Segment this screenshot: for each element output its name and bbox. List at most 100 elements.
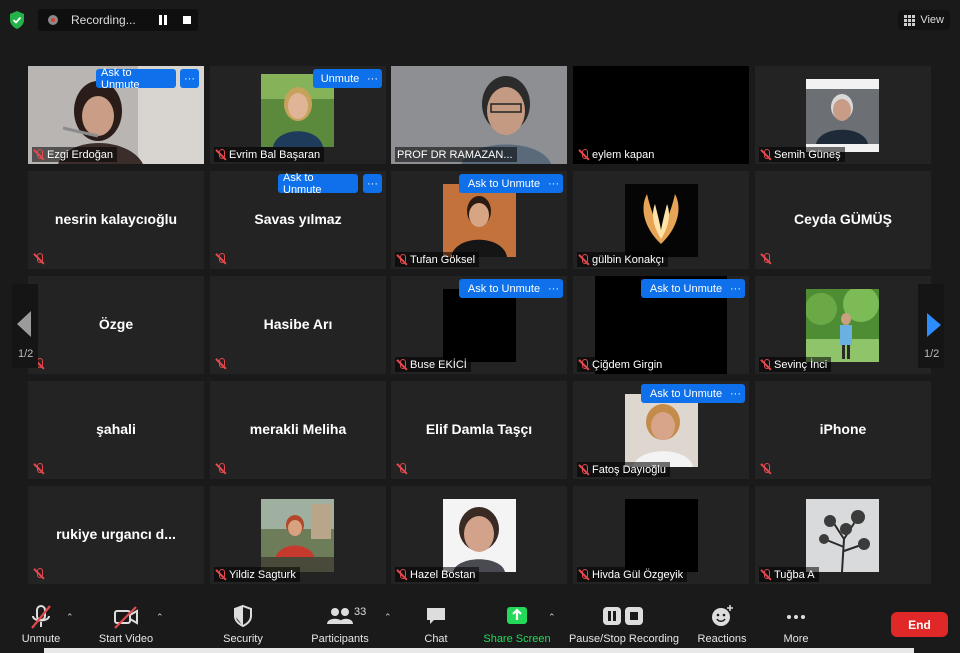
participant-label: Buse EKİCİ bbox=[395, 357, 471, 372]
reactions-label: Reactions bbox=[697, 633, 747, 645]
unmute-participant-button[interactable]: Unmute bbox=[313, 69, 367, 88]
participant-video-black bbox=[625, 499, 698, 572]
video-tile[interactable]: şahali bbox=[28, 381, 204, 479]
video-tile[interactable]: iPhone bbox=[755, 381, 931, 479]
participants-options-chevron-icon[interactable]: ⌃ bbox=[384, 612, 392, 623]
security-button[interactable]: Security bbox=[218, 596, 268, 653]
end-meeting-button[interactable]: End bbox=[891, 612, 948, 637]
participant-photo bbox=[625, 394, 698, 467]
more-dots-icon bbox=[787, 615, 805, 619]
chat-label: Chat bbox=[424, 633, 448, 645]
meeting-toolbar: Unmute ⌃ Start Video ⌃ Security 33 Parti… bbox=[0, 596, 960, 653]
participant-label: Tuğba A bbox=[759, 567, 819, 582]
participant-label: Çiğdem Girgin bbox=[577, 357, 667, 372]
video-tile[interactable]: Özge bbox=[28, 276, 204, 374]
ask-to-unmute-button[interactable]: Ask to Unmute bbox=[96, 67, 176, 91]
mic-muted-icon bbox=[579, 148, 589, 161]
participant-video-black bbox=[443, 289, 516, 362]
participant-name: Tufan Göksel bbox=[410, 253, 476, 266]
start-video-button[interactable]: Start Video bbox=[96, 596, 156, 653]
video-tile[interactable]: gülbin Konakçı bbox=[573, 171, 749, 269]
start-video-label: Start Video bbox=[98, 633, 154, 645]
video-tile-active-speaker[interactable]: PROF DR RAMAZAN... bbox=[391, 66, 567, 164]
participants-button[interactable]: 33 Participants bbox=[308, 596, 372, 653]
participant-name: Semih Güneş bbox=[774, 148, 841, 161]
more-options-button[interactable]: ··· bbox=[180, 69, 199, 88]
pause-recording-icon[interactable] bbox=[159, 15, 168, 25]
more-options-button[interactable]: ··· bbox=[544, 279, 563, 298]
participant-photo bbox=[261, 499, 334, 572]
stop-recording-icon[interactable] bbox=[183, 16, 191, 24]
participant-name: Hazel Bostan bbox=[410, 568, 476, 581]
arrow-right-icon bbox=[927, 313, 941, 337]
participant-name: Hivda Gül Özgeyik bbox=[592, 568, 684, 581]
participant-name-center: merakli Meliha bbox=[249, 421, 347, 437]
pause-stop-recording-button[interactable]: Pause/Stop Recording bbox=[566, 596, 682, 653]
ask-to-unmute-button[interactable]: Ask to Unmute bbox=[278, 172, 358, 196]
video-tile[interactable]: Hasibe Arı bbox=[210, 276, 386, 374]
share-screen-button[interactable]: Share Screen bbox=[482, 596, 552, 653]
video-options-chevron-icon[interactable]: ⌃ bbox=[156, 612, 164, 623]
share-options-chevron-icon[interactable]: ⌃ bbox=[548, 612, 556, 623]
audio-options-chevron-icon[interactable]: ⌃ bbox=[66, 612, 74, 623]
video-tile[interactable]: Tuğba A bbox=[755, 486, 931, 584]
more-label: More bbox=[783, 633, 809, 645]
video-tile[interactable]: Unmute ··· Evrim Bal Başaran bbox=[210, 66, 386, 164]
more-options-button[interactable]: ··· bbox=[726, 384, 745, 403]
ask-to-unmute-button[interactable]: Ask to Unmute bbox=[459, 279, 549, 298]
video-tile[interactable]: Elif Damla Taşçı bbox=[391, 381, 567, 479]
mic-muted-icon bbox=[579, 253, 589, 266]
more-options-button[interactable]: ··· bbox=[544, 174, 563, 193]
video-tile[interactable]: Hazel Bostan bbox=[391, 486, 567, 584]
participant-label: PROF DR RAMAZAN... bbox=[395, 147, 517, 162]
view-label: View bbox=[920, 14, 944, 26]
participant-name: Buse EKİCİ bbox=[410, 358, 467, 371]
video-tile[interactable]: Hivda Gül Özgeyik bbox=[573, 486, 749, 584]
chat-bubble-icon bbox=[427, 608, 445, 624]
video-tile[interactable]: Ask to Unmute ··· Fatoş Dayıoğlu bbox=[573, 381, 749, 479]
security-shield-icon[interactable] bbox=[9, 11, 25, 29]
participant-label: Sevinç İnci bbox=[759, 357, 832, 372]
participant-label: gülbin Konakçı bbox=[577, 252, 669, 267]
video-tile[interactable]: Yildiz Sagturk bbox=[210, 486, 386, 584]
participant-label: eylem kapan bbox=[577, 147, 659, 162]
video-tile[interactable]: rukiye urgancı d... bbox=[28, 486, 204, 584]
video-tile[interactable]: Ask to Unmute ··· Çiğdem Girgin bbox=[573, 276, 749, 374]
share-screen-label: Share Screen bbox=[483, 633, 551, 645]
ask-to-unmute-button[interactable]: Ask to Unmute bbox=[641, 384, 731, 403]
participant-label: Evrim Bal Başaran bbox=[214, 147, 325, 162]
view-button[interactable]: View bbox=[898, 10, 950, 30]
mic-muted-icon bbox=[761, 568, 771, 581]
more-options-button[interactable]: ··· bbox=[726, 279, 745, 298]
video-tile[interactable]: Ask to Unmute ··· Buse EKİCİ bbox=[391, 276, 567, 374]
participant-label: Yildiz Sagturk bbox=[214, 567, 300, 582]
participant-label: Ezgi Erdoğan bbox=[32, 147, 118, 162]
pause-stop-recording-label: Pause/Stop Recording bbox=[568, 633, 680, 645]
participants-label: Participants bbox=[311, 633, 369, 645]
more-options-button[interactable]: ··· bbox=[363, 69, 382, 88]
participant-label: Semih Güneş bbox=[759, 147, 845, 162]
video-tile[interactable]: Semih Güneş bbox=[755, 66, 931, 164]
security-label: Security bbox=[223, 633, 263, 645]
video-tile[interactable]: merakli Meliha bbox=[210, 381, 386, 479]
video-tile[interactable]: Ask to Unmute ··· Ezgi Erdoğan bbox=[28, 66, 204, 164]
participant-label: Tufan Göksel bbox=[395, 252, 480, 267]
ask-to-unmute-button[interactable]: Ask to Unmute bbox=[459, 174, 549, 193]
video-tile[interactable]: nesrin kalaycıoğlu bbox=[28, 171, 204, 269]
reactions-button[interactable]: Reactions bbox=[694, 596, 750, 653]
video-tile[interactable]: Sevinç İnci bbox=[755, 276, 931, 374]
video-tile[interactable]: Ceyda GÜMÜŞ bbox=[755, 171, 931, 269]
video-tile[interactable]: Ask to Unmute ··· Tufan Göksel bbox=[391, 171, 567, 269]
participant-name: eylem kapan bbox=[592, 148, 655, 161]
unmute-button[interactable]: Unmute bbox=[14, 596, 68, 653]
more-options-button[interactable]: ··· bbox=[363, 174, 382, 193]
ask-to-unmute-button[interactable]: Ask to Unmute bbox=[641, 279, 731, 298]
participant-name: Sevinç İnci bbox=[774, 358, 828, 371]
video-tile[interactable]: Ask to Unmute ··· Savas yılmaz bbox=[210, 171, 386, 269]
participant-label: Hazel Bostan bbox=[395, 567, 480, 582]
chat-button[interactable]: Chat bbox=[416, 596, 456, 653]
participant-name-center: şahali bbox=[96, 421, 136, 437]
video-tile[interactable]: eylem kapan bbox=[573, 66, 749, 164]
more-button[interactable]: More bbox=[776, 596, 816, 653]
participant-photo bbox=[806, 79, 879, 152]
